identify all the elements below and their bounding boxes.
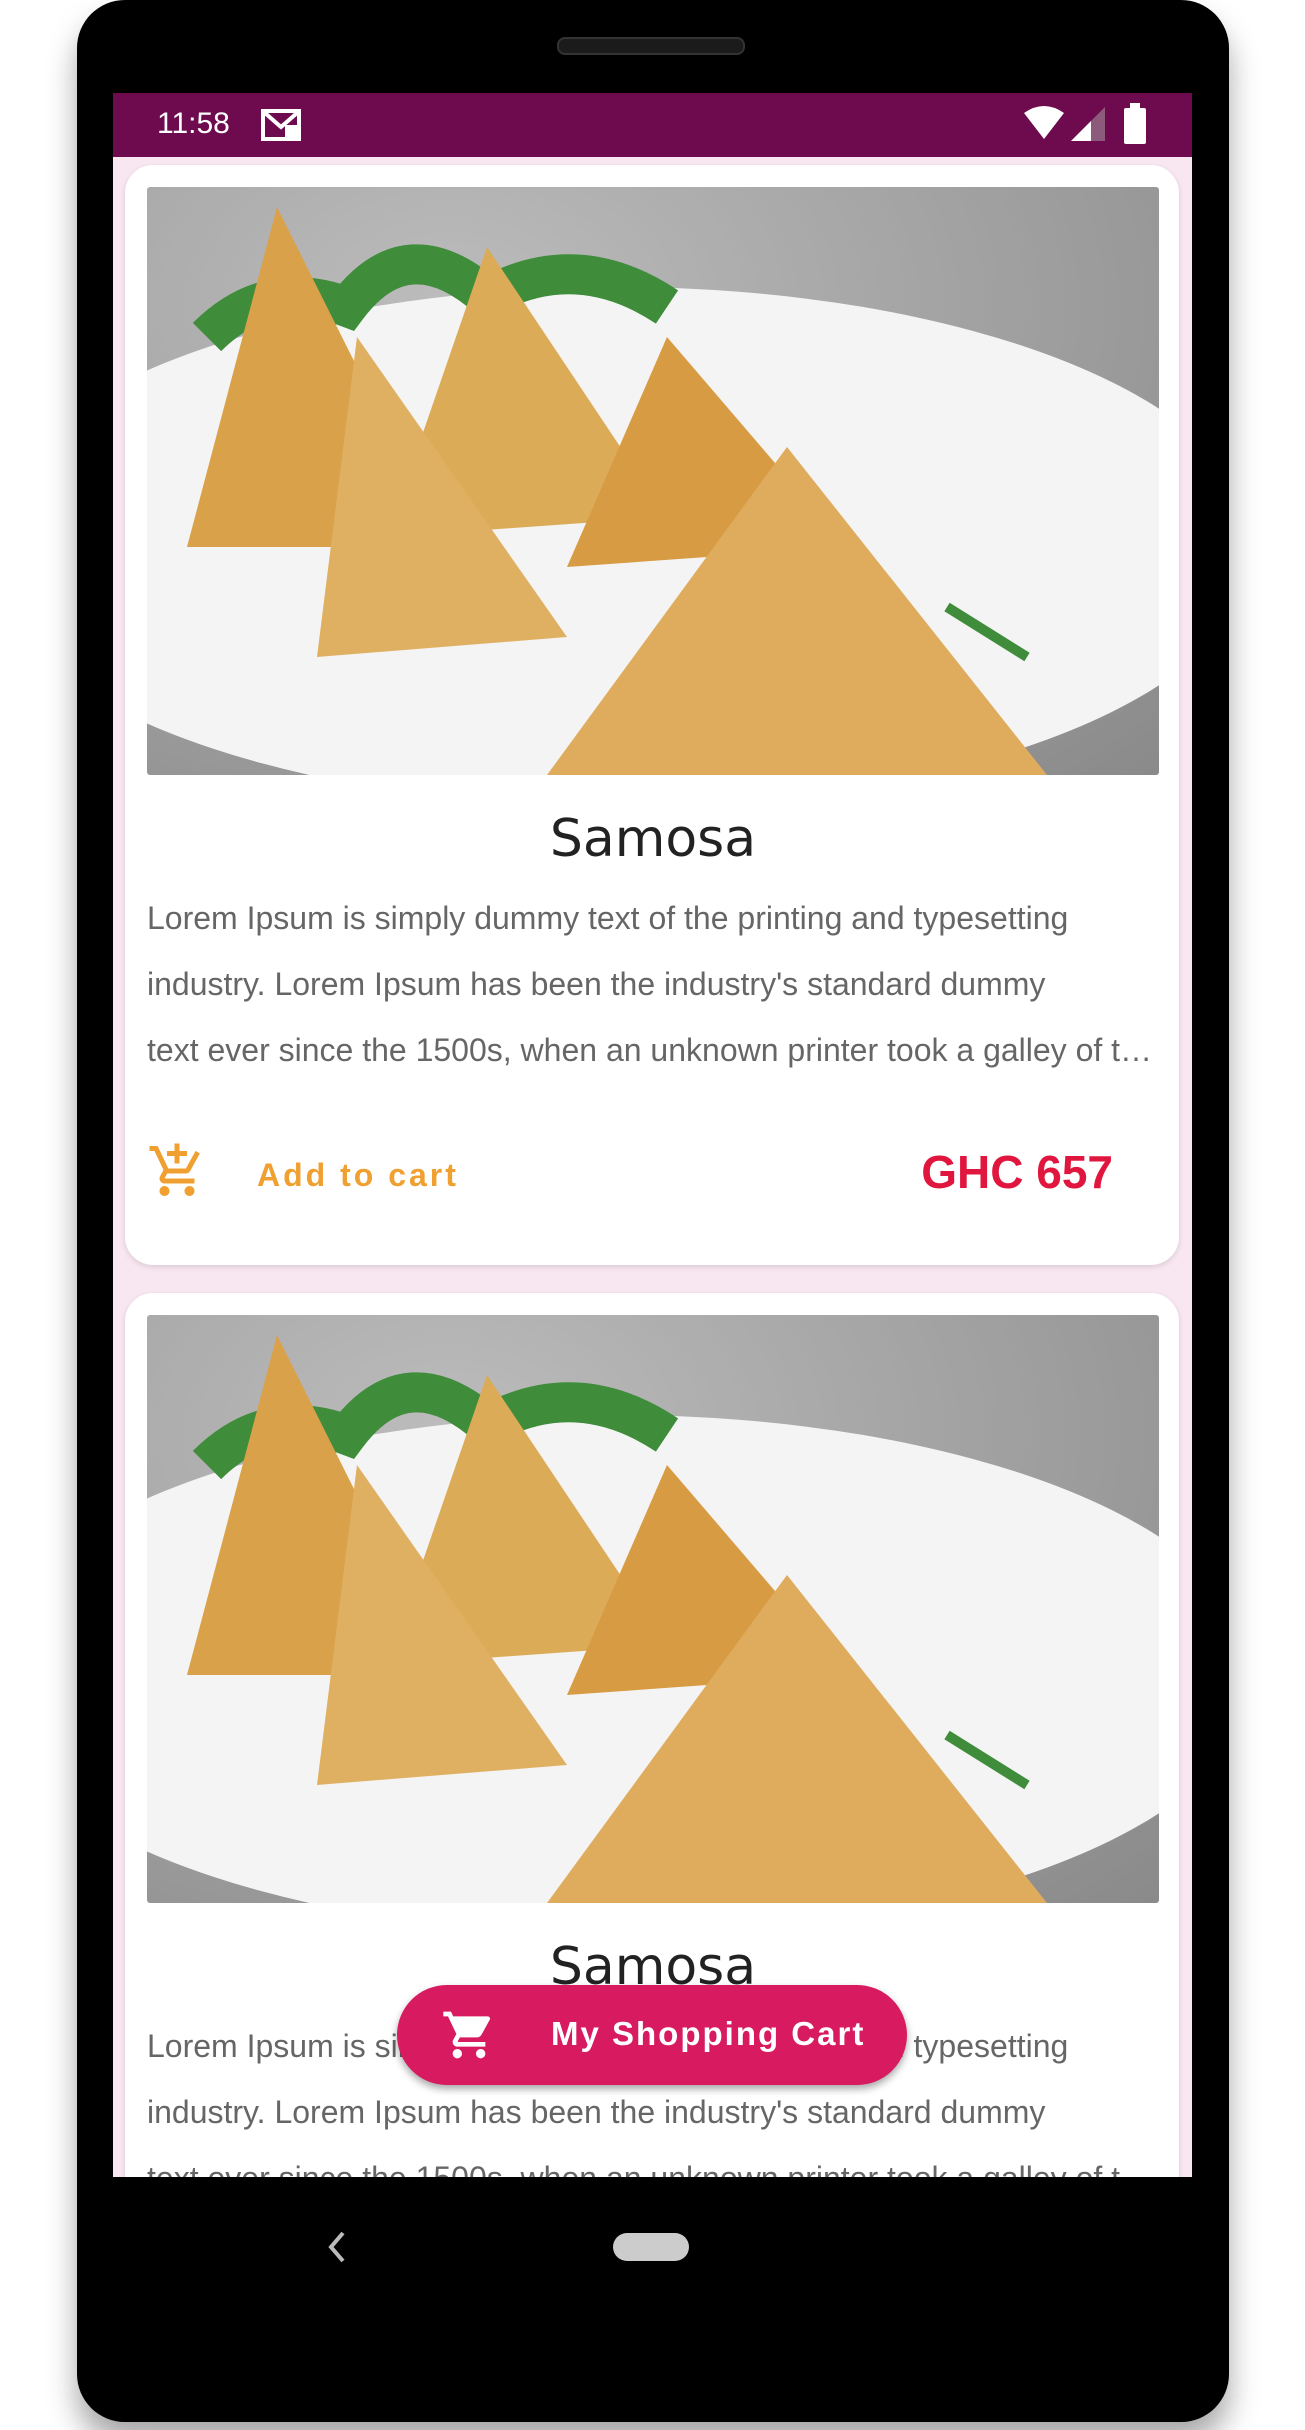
cell-signal-icon xyxy=(1069,105,1107,147)
description-line: text ever since the 1500s, when an unkno… xyxy=(147,1032,1159,1068)
description-line: industry. Lorem Ipsum has been the indus… xyxy=(147,2094,1046,2130)
my-shopping-cart-button[interactable]: My Shopping Cart xyxy=(397,1985,907,2085)
description-line: Lorem Ipsum is simply dummy text of the … xyxy=(147,900,1069,936)
add-to-cart-button[interactable]: Add to cart xyxy=(257,1157,459,1194)
product-title: Samosa xyxy=(549,809,757,869)
product-card[interactable]: Samosa Lorem Ipsum is simply dummy text … xyxy=(125,165,1179,1265)
description-line: industry. Lorem Ipsum has been the indus… xyxy=(147,966,1046,1002)
shopping-cart-icon xyxy=(441,2007,497,2067)
samosa-photo xyxy=(147,187,1159,775)
back-nav-icon[interactable] xyxy=(325,2227,349,2271)
description-line: text ever since the 1500s, when an unkno… xyxy=(147,2145,1159,2177)
battery-icon xyxy=(1123,103,1147,149)
my-shopping-cart-label: My Shopping Cart xyxy=(551,2015,866,2052)
samosa-photo xyxy=(147,1315,1159,1903)
status-bar: 11:58 xyxy=(113,93,1192,157)
phone-speaker xyxy=(557,37,745,55)
gmail-notification-icon xyxy=(261,107,301,147)
app-screen: 11:58 Samosa Lorem Ipsum is simply dummy… xyxy=(113,93,1192,2177)
cart-row: Add to cart GHC 657 xyxy=(147,1135,1159,1215)
navigation-bar xyxy=(113,2177,1192,2322)
status-time: 11:58 xyxy=(157,107,230,140)
product-description: Lorem Ipsum is simply dummy text of the … xyxy=(147,885,1159,1083)
product-price: GHC 657 xyxy=(921,1146,1113,1198)
home-nav-pill[interactable] xyxy=(613,2233,689,2261)
add-shopping-cart-icon[interactable] xyxy=(147,1141,207,1205)
phone-frame: 11:58 Samosa Lorem Ipsum is simply dummy… xyxy=(77,0,1229,2422)
wifi-icon xyxy=(1023,105,1065,145)
